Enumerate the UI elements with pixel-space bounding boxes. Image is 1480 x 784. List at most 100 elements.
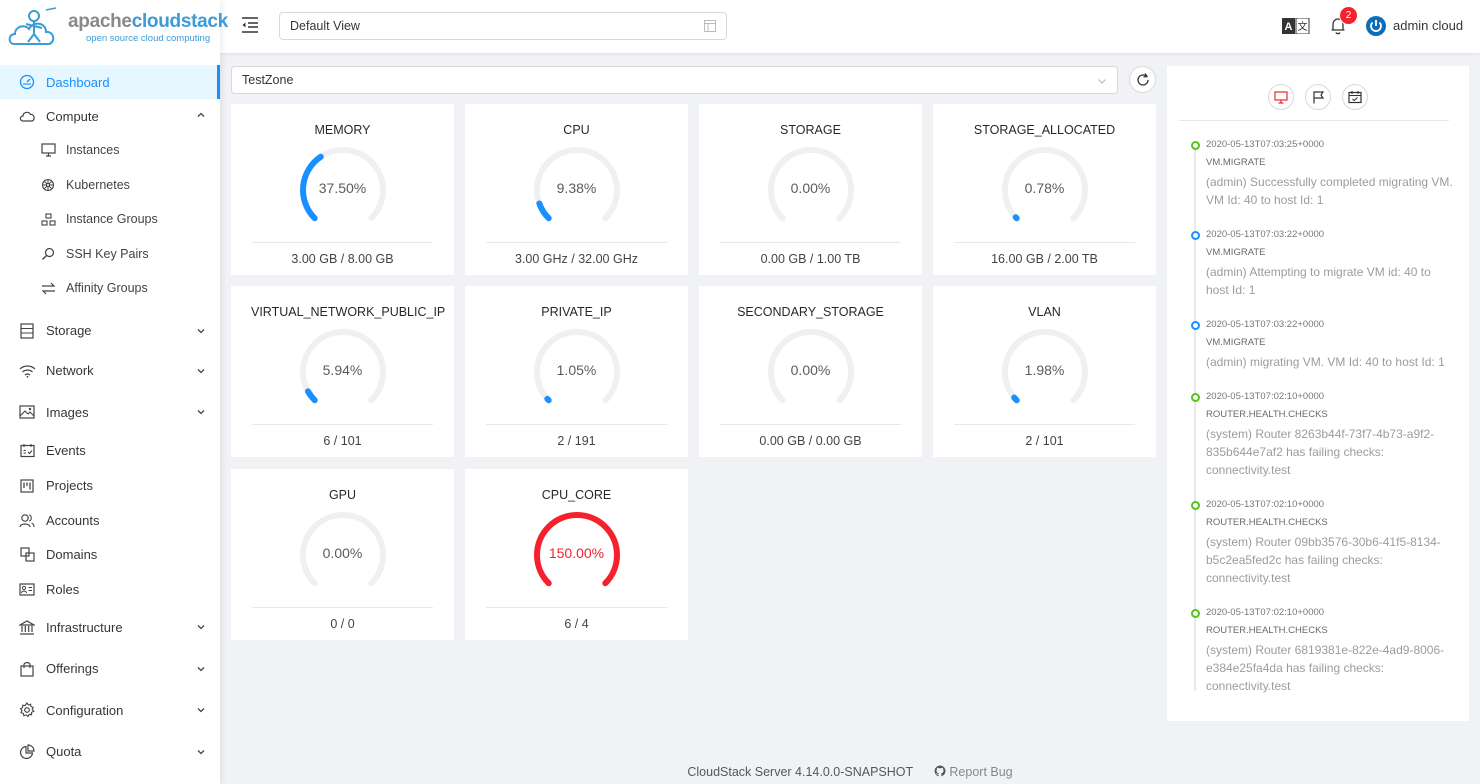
project-icon	[18, 477, 36, 495]
capacity-card: PRIVATE_IP 1.05% 2 / 191	[465, 286, 688, 457]
event-time: 2020-05-13T07:02:10+0000	[1206, 391, 1325, 402]
sidebar-item-events[interactable]: Events	[0, 433, 220, 469]
tab-alerts[interactable]	[1305, 84, 1331, 110]
sidebar-item-label: Configuration	[46, 702, 124, 718]
sidebar-item-ssh-key-pairs[interactable]: SSH Key Pairs	[0, 237, 220, 272]
divider	[252, 242, 433, 243]
gauge-value-arc	[1012, 214, 1020, 222]
report-bug-link[interactable]: Report Bug	[934, 765, 1013, 779]
view-select[interactable]: Default View	[279, 12, 727, 40]
event-time: 2020-05-13T07:02:10+0000	[1206, 607, 1325, 618]
sidebar-item-infrastructure[interactable]: Infrastructure	[0, 607, 220, 648]
desktop-icon	[40, 142, 56, 158]
sidebar-item-dashboard[interactable]: Dashboard	[0, 65, 220, 99]
timeline-dot	[1191, 231, 1200, 240]
sidebar-item-offerings[interactable]: Offerings	[0, 648, 220, 690]
shopping-icon	[18, 660, 36, 678]
capacity-percent: 1.05%	[556, 362, 597, 378]
zone-select[interactable]: TestZone	[231, 66, 1118, 94]
menu-fold-icon[interactable]	[240, 15, 260, 35]
sidebar-item-label: Instances	[66, 143, 120, 158]
refresh-button[interactable]	[1129, 66, 1156, 93]
sidebar-item-network[interactable]: Network	[0, 350, 220, 392]
capacity-percent: 150.00%	[548, 545, 605, 561]
sidebar-item-label: Affinity Groups	[66, 281, 148, 296]
idcard-icon	[18, 580, 36, 598]
sidebar-item-roles[interactable]: Roles	[0, 572, 220, 607]
event-description: (admin) migrating VM. VM Id: 40 to host …	[1206, 355, 1445, 369]
dashboard-icon	[18, 73, 36, 91]
sidebar-item-label: Events	[46, 443, 86, 458]
sidebar-item-label: Kubernetes	[66, 177, 130, 192]
event-description: (system) Router 8263b44f-73f7-4b73-a9f2-…	[1206, 427, 1435, 477]
svg-text:A: A	[1285, 21, 1293, 33]
sidebar-item-compute[interactable]: Compute	[0, 99, 220, 133]
capacity-percent: 1.98%	[1024, 362, 1065, 378]
user-name[interactable]: admin cloud	[1393, 18, 1463, 33]
sidebar-item-instances[interactable]: Instances	[0, 133, 220, 168]
gauge-value-arc	[1011, 394, 1020, 404]
database-icon	[18, 322, 36, 340]
sidebar-item-affinity-groups[interactable]: Affinity Groups	[0, 271, 220, 306]
capacity-title: GPU	[328, 488, 357, 502]
event-time: 2020-05-13T07:03:22+0000	[1206, 229, 1325, 240]
cloudstack-logo-icon	[6, 4, 64, 52]
event-type: ROUTER.HEALTH.CHECKS	[1206, 409, 1328, 420]
capacity-detail: 3.00 GHz / 32.00 GHz	[515, 252, 638, 266]
sidebar-item-projects[interactable]: Projects	[0, 469, 220, 503]
event-description: (admin) Attempting to migrate VM id: 40 …	[1206, 265, 1431, 297]
event-description: (system) Router 09bb3576-30b6-41f5-8134-…	[1206, 535, 1441, 585]
event-description: (system) Router 6819381e-822e-4ad9-8006-…	[1206, 643, 1445, 693]
capacity-percent: 5.94%	[322, 362, 363, 378]
capacity-detail: 0.00 GB / 0.00 GB	[759, 434, 862, 448]
event-type: ROUTER.HEALTH.CHECKS	[1206, 625, 1328, 636]
divider	[1179, 120, 1449, 121]
desktop-icon	[1274, 90, 1288, 104]
timeline-dot	[1191, 501, 1200, 510]
tab-system-events[interactable]	[1268, 84, 1294, 110]
capacity-title: SECONDARY_STORAGE	[737, 305, 884, 319]
capacity-percent: 0.78%	[1024, 180, 1065, 196]
top-header: Default View A文 2 admin cloud	[220, 0, 1480, 53]
sidebar-item-kubernetes[interactable]: Kubernetes	[0, 168, 220, 203]
divider	[954, 242, 1135, 243]
bank-icon	[18, 618, 36, 636]
flag-icon	[1312, 90, 1324, 103]
team-icon	[18, 511, 36, 529]
chevron-down-icon	[197, 624, 205, 629]
logo[interactable]: apachecloudstack open source cloud compu…	[0, 0, 228, 55]
sidebar-item-label: Domains	[46, 547, 98, 562]
sidebar-item-domains[interactable]: Domains	[0, 538, 220, 572]
sidebar-item-accounts[interactable]: Accounts	[0, 503, 220, 538]
setting-icon	[18, 701, 36, 719]
capacity-detail: 2 / 191	[557, 434, 596, 448]
power-icon[interactable]	[1365, 15, 1387, 37]
capacity-title: VLAN	[1028, 305, 1061, 319]
chevron-up-icon	[197, 112, 205, 117]
sidebar-item-label: Infrastructure	[46, 619, 123, 635]
report-bug-label: Report Bug	[949, 765, 1013, 779]
divider	[720, 242, 901, 243]
events-panel: 2020-05-13T07:03:25+0000 VM.MIGRATE (adm…	[1167, 66, 1469, 721]
kubernetes-icon	[40, 177, 56, 193]
wifi-icon	[18, 362, 36, 380]
sidebar-item-images[interactable]: Images	[0, 392, 220, 433]
sidebar: apachecloudstack open source cloud compu…	[0, 0, 228, 784]
sidebar-item-configuration[interactable]: Configuration	[0, 690, 220, 731]
sidebar-item-label: Projects	[46, 478, 93, 493]
sidebar-item-label: Dashboard	[46, 74, 110, 90]
divider	[252, 607, 433, 608]
divider	[720, 424, 901, 425]
sidebar-item-quota[interactable]: Quota	[0, 731, 220, 773]
capacity-card: VLAN 1.98% 2 / 101	[933, 286, 1156, 457]
translate-icon[interactable]: A文	[1282, 17, 1310, 35]
tab-events[interactable]	[1342, 84, 1368, 110]
timeline-dot	[1191, 393, 1200, 402]
capacity-percent: 37.50%	[318, 180, 367, 196]
svg-text:文: 文	[1298, 20, 1308, 33]
sidebar-item-storage[interactable]: Storage	[0, 312, 220, 350]
sidebar-item-instance-groups[interactable]: Instance Groups	[0, 202, 220, 237]
capacity-detail: 2 / 101	[1025, 434, 1064, 448]
capacity-title: STORAGE	[780, 123, 841, 137]
capacity-title: CPU_CORE	[541, 488, 612, 502]
